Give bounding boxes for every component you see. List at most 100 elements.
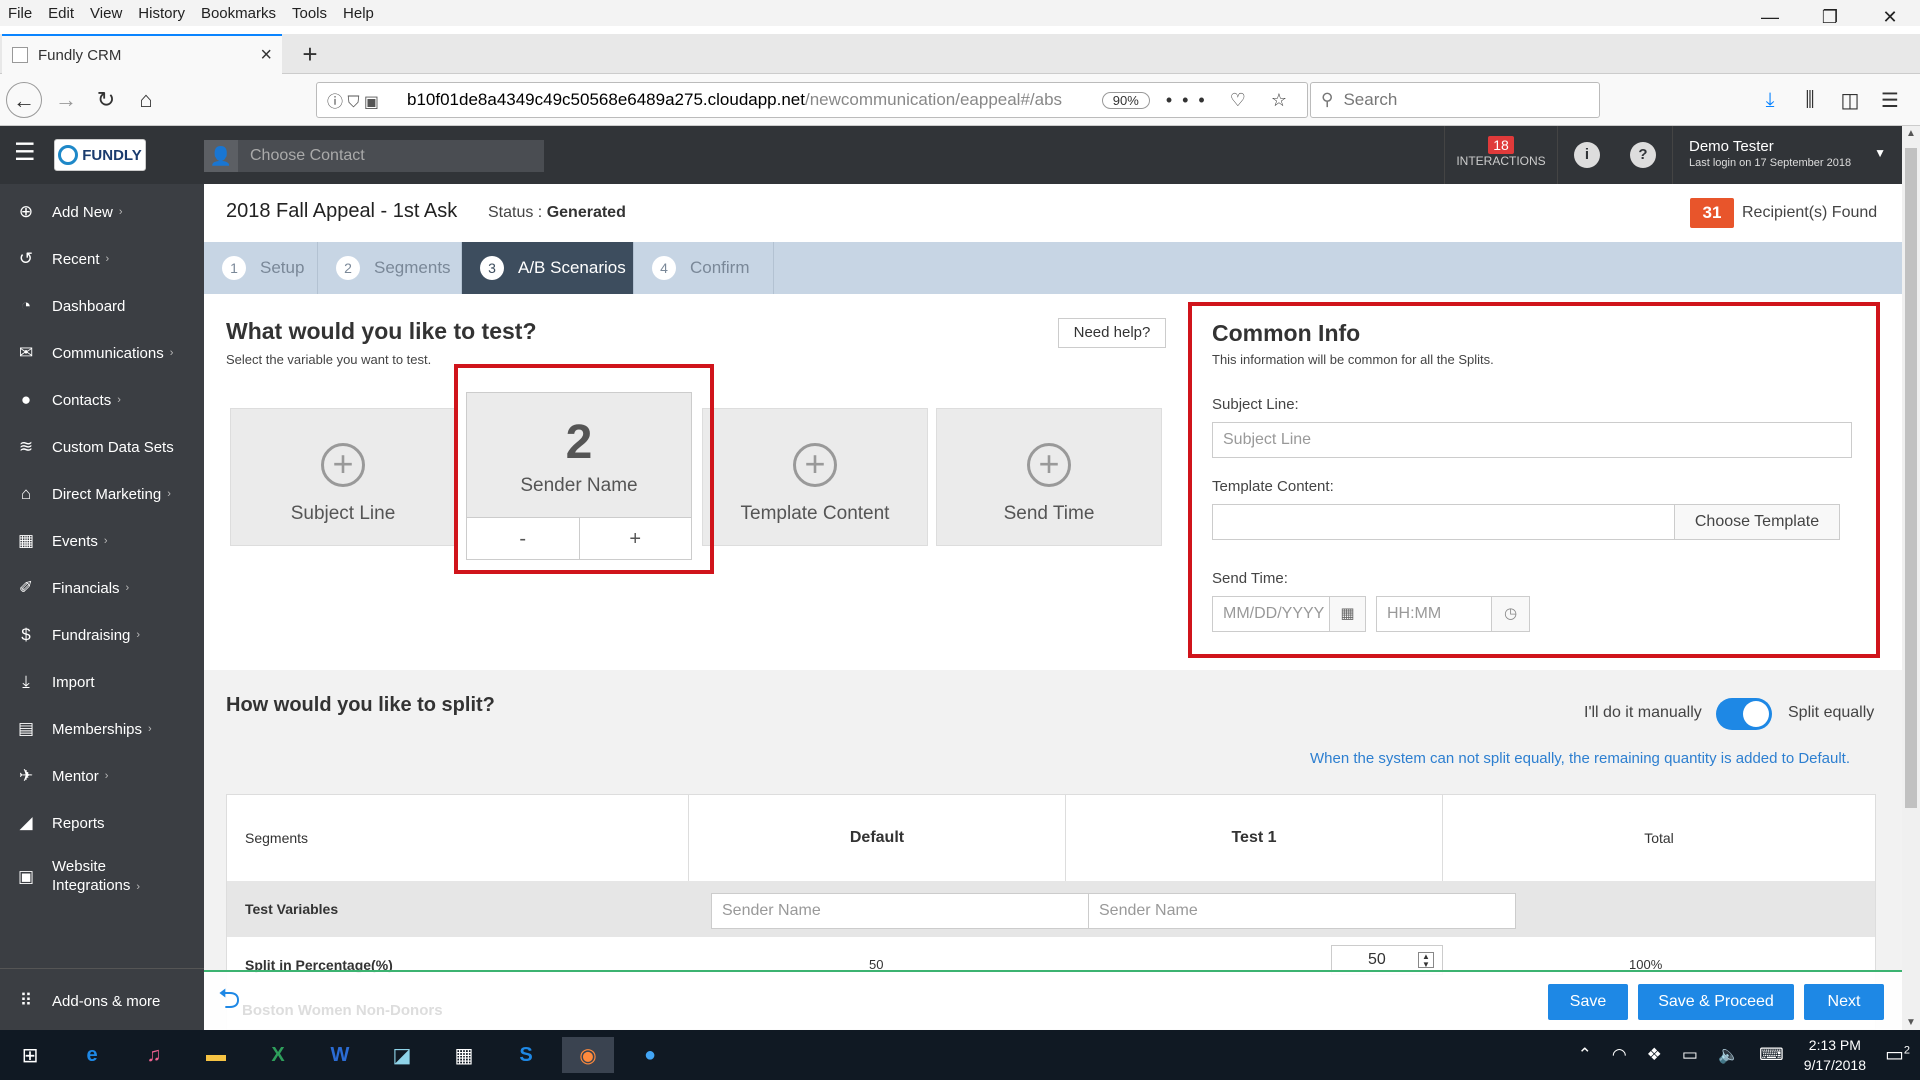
- scroll-up-icon[interactable]: ▲: [1902, 128, 1920, 139]
- sidebar-item-addons[interactable]: ⠿ Add-ons & more: [0, 981, 204, 1021]
- firefox-icon[interactable]: ◉: [562, 1037, 614, 1073]
- dropbox-icon[interactable]: ❖: [1647, 1045, 1662, 1065]
- menu-history[interactable]: History: [130, 5, 193, 22]
- scroll-down-icon[interactable]: ▼: [1902, 1017, 1920, 1028]
- sidebar-item-website-integrations[interactable]: ▣ Website Integrations ›: [0, 850, 204, 904]
- save-button[interactable]: Save: [1548, 984, 1628, 1020]
- sidebar-item-add-new[interactable]: ⊕ Add New ›: [0, 192, 204, 232]
- skype-icon[interactable]: S: [506, 1037, 546, 1073]
- step-ab-scenarios[interactable]: 3 A/B Scenarios: [462, 242, 634, 294]
- sidebar-item-financials[interactable]: ✐ Financials ›: [0, 568, 204, 608]
- sidebar-item-mentor[interactable]: ✈ Mentor ›: [0, 756, 204, 796]
- sidebar-item-custom-data-sets[interactable]: ≋ Custom Data Sets: [0, 427, 204, 467]
- zoom-level[interactable]: 90%: [1101, 91, 1150, 109]
- user-menu[interactable]: Demo Tester Last login on 17 September 2…: [1672, 126, 1902, 184]
- notifications-icon[interactable]: ▭2: [1885, 1042, 1910, 1067]
- tray-chevron-icon[interactable]: ⌃: [1578, 1045, 1592, 1065]
- menu-icon[interactable]: ☰: [1870, 88, 1910, 113]
- system-clock[interactable]: 2:13 PM 9/17/2018: [1804, 1035, 1866, 1075]
- variable-card-subject-line[interactable]: + Subject Line: [230, 408, 456, 546]
- step-setup[interactable]: 1 Setup: [204, 242, 318, 294]
- menu-help[interactable]: Help: [335, 5, 382, 22]
- menu-view[interactable]: View: [82, 5, 130, 22]
- site-info-icon[interactable]: ⓘ ⛉ ▣: [327, 88, 407, 112]
- battery-icon[interactable]: ▭: [1682, 1045, 1698, 1065]
- interactions-button[interactable]: 18 INTERACTIONS: [1444, 126, 1558, 184]
- menu-bookmarks[interactable]: Bookmarks: [193, 5, 284, 22]
- help-icon[interactable]: ?: [1630, 142, 1656, 168]
- next-button[interactable]: Next: [1804, 984, 1884, 1020]
- grid-icon: ⠿: [19, 991, 33, 1010]
- default-sender-input[interactable]: Sender Name: [711, 893, 1139, 929]
- variable-card-send-time[interactable]: + Send Time: [936, 408, 1162, 546]
- sidebar-toggle-icon[interactable]: ◫: [1830, 88, 1870, 113]
- sidebar-item-dashboard[interactable]: ◔ Dashboard: [0, 286, 204, 326]
- info-icon[interactable]: i: [1574, 142, 1600, 168]
- keyboard-icon[interactable]: ⌨: [1759, 1045, 1784, 1065]
- itunes-icon[interactable]: ♫: [134, 1037, 174, 1073]
- page-scrollbar[interactable]: ▲ ▼: [1902, 126, 1920, 1030]
- sidebar-item-memberships[interactable]: ▤ Memberships ›: [0, 709, 204, 749]
- wifi-icon[interactable]: ◠: [1612, 1045, 1627, 1065]
- choose-contact[interactable]: 👤 Choose Contact: [204, 140, 544, 172]
- home-icon[interactable]: ⌂: [128, 82, 164, 118]
- excel-icon[interactable]: X: [258, 1037, 298, 1073]
- variable-card-template-content[interactable]: + Template Content: [702, 408, 928, 546]
- fundly-logo[interactable]: FUNDLY: [54, 139, 146, 171]
- menu-file[interactable]: File: [0, 5, 40, 22]
- chevron-down-icon: ▼: [1874, 146, 1886, 160]
- calculator-icon[interactable]: ▦: [444, 1037, 484, 1073]
- close-window-icon[interactable]: ✕: [1860, 0, 1920, 34]
- hamburger-icon[interactable]: ☰: [14, 140, 40, 166]
- step-segments[interactable]: 2 Segments: [318, 242, 462, 294]
- sidebar-item-import[interactable]: ⤓ Import: [0, 662, 204, 702]
- sidebar-item-communications[interactable]: ✉ Communications ›: [0, 333, 204, 373]
- test-question-title: What would you like to test?: [226, 318, 537, 344]
- edge-icon[interactable]: e: [72, 1037, 112, 1073]
- split-toggle[interactable]: [1716, 698, 1772, 730]
- spinner-arrows-icon[interactable]: ▲ ▼: [1418, 952, 1434, 969]
- new-tab-icon[interactable]: +: [290, 34, 330, 74]
- segment-row-name: Boston Women Non-Donors: [242, 1002, 443, 1019]
- need-help-button[interactable]: Need help?: [1058, 318, 1166, 348]
- page-icon: [12, 47, 28, 63]
- logo-icon: [58, 145, 79, 165]
- sidebar-item-events[interactable]: ▦ Events ›: [0, 521, 204, 561]
- windows-start-icon[interactable]: ⊞: [10, 1037, 50, 1073]
- step-confirm[interactable]: 4 Confirm: [634, 242, 774, 294]
- menu-tools[interactable]: Tools: [284, 5, 335, 22]
- zoom-app-icon[interactable]: ●: [630, 1037, 670, 1073]
- url-bar[interactable]: ⓘ ⛉ ▣ b10f01de8a4349c49c50568e6489a275.c…: [316, 82, 1308, 118]
- reload-icon[interactable]: ↻: [88, 82, 124, 118]
- notes-icon[interactable]: ◪: [382, 1037, 422, 1073]
- back-icon[interactable]: ←: [6, 82, 42, 118]
- download-icon[interactable]: ⤓: [1750, 89, 1790, 112]
- sidebar-item-reports[interactable]: ◢ Reports: [0, 803, 204, 843]
- url-text[interactable]: b10f01de8a4349c49c50568e6489a275.cloudap…: [407, 90, 1102, 110]
- sidebar-item-direct-marketing[interactable]: ⌂ Direct Marketing ›: [0, 474, 204, 514]
- library-icon[interactable]: ⫼: [1790, 89, 1830, 112]
- sidebar-item-recent[interactable]: ↺ Recent ›: [0, 239, 204, 279]
- back-arrow-icon[interactable]: ⮌: [218, 984, 252, 1014]
- chevron-right-icon: ›: [136, 629, 141, 641]
- browser-tab[interactable]: Fundly CRM ×: [2, 34, 282, 74]
- main-content: 2018 Fall Appeal - 1st Ask Status : Gene…: [204, 184, 1902, 1030]
- restore-icon[interactable]: ❐: [1800, 0, 1860, 34]
- word-icon[interactable]: W: [320, 1037, 360, 1073]
- money-bag-icon: $: [21, 625, 31, 644]
- close-tab-icon[interactable]: ×: [260, 44, 272, 67]
- browser-search[interactable]: ⚲ Search: [1310, 82, 1600, 118]
- save-proceed-button[interactable]: Save & Proceed: [1638, 984, 1794, 1020]
- col-total: Total: [1644, 830, 1674, 846]
- sidebar-item-fundraising[interactable]: $ Fundraising ›: [0, 615, 204, 655]
- forward-icon[interactable]: →: [48, 82, 84, 118]
- volume-icon[interactable]: 🔈: [1718, 1045, 1739, 1065]
- menu-edit[interactable]: Edit: [40, 5, 82, 22]
- test1-sender-input[interactable]: Sender Name: [1088, 893, 1516, 929]
- sidebar-item-contacts[interactable]: ● Contacts ›: [0, 380, 204, 420]
- page-actions-icon[interactable]: ••• ♡ ☆: [1166, 90, 1297, 111]
- minimize-icon[interactable]: —: [1740, 0, 1800, 34]
- file-explorer-icon[interactable]: ▬: [196, 1037, 236, 1073]
- toggle-knob: [1743, 701, 1769, 727]
- scroll-thumb[interactable]: [1905, 148, 1917, 808]
